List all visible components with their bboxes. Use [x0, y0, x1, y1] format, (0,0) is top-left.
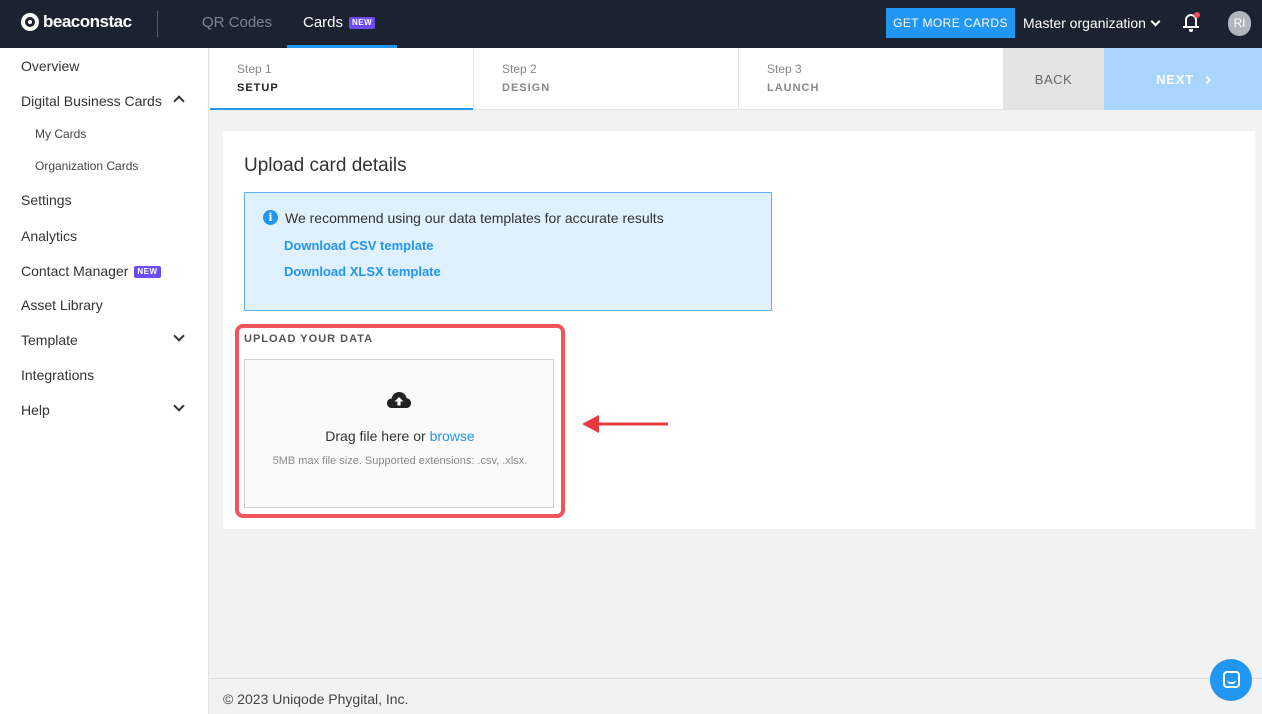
- download-xlsx-link[interactable]: Download XLSX template: [284, 264, 441, 279]
- step-number: Step 1: [237, 62, 272, 76]
- arrow-left-icon: [582, 415, 668, 433]
- drop-text: Drag file here or: [325, 428, 430, 444]
- sidebar-item-settings[interactable]: Settings: [21, 192, 72, 208]
- chevron-up-icon[interactable]: [173, 95, 185, 107]
- next-button[interactable]: NEXT: [1104, 48, 1262, 110]
- sidebar-item-analytics[interactable]: Analytics: [21, 228, 77, 244]
- top-navigation-bar: beaconstac QR Codes Cards NEW GET MORE CA…: [0, 0, 1262, 48]
- sidebar-item-organization-cards[interactable]: Organization Cards: [35, 159, 138, 173]
- upload-card: Upload card details i We recommend using…: [223, 131, 1255, 529]
- step-label: LAUNCH: [767, 82, 820, 94]
- organization-selector[interactable]: Master organization: [1023, 15, 1161, 31]
- back-label: BACK: [1034, 71, 1073, 87]
- sidebar: Overview Digital Business Cards My Cards…: [0, 48, 209, 714]
- sidebar-item-help[interactable]: Help: [21, 402, 50, 418]
- logo-text: beaconstac: [43, 12, 132, 31]
- info-icon: i: [263, 210, 278, 225]
- new-badge: NEW: [349, 17, 376, 30]
- file-dropzone[interactable]: Drag file here or browse 5MB max file si…: [244, 359, 554, 508]
- step-number: Step 2: [502, 62, 537, 76]
- drop-instructions: Drag file here or browse: [245, 428, 555, 444]
- step-design[interactable]: Step 2 DESIGN: [474, 48, 738, 110]
- sidebar-item-my-cards[interactable]: My Cards: [35, 127, 86, 141]
- organization-label: Master organization: [1023, 15, 1146, 31]
- step-label: DESIGN: [502, 82, 551, 94]
- step-label: SETUP: [237, 82, 279, 94]
- tab-qr-codes[interactable]: QR Codes: [202, 0, 272, 48]
- topbar-divider: [157, 11, 158, 37]
- tab-qr-codes-label: QR Codes: [202, 14, 273, 31]
- download-csv-link[interactable]: Download CSV template: [284, 238, 434, 253]
- user-avatar[interactable]: RI: [1228, 11, 1251, 36]
- sidebar-item-integrations[interactable]: Integrations: [21, 367, 94, 383]
- get-more-cards-button[interactable]: GET MORE CARDS: [886, 8, 1015, 38]
- tab-cards[interactable]: Cards NEW: [287, 0, 397, 48]
- info-text: We recommend using our data templates fo…: [285, 210, 664, 226]
- step-progress-bar: Step 1 SETUP Step 2 DESIGN Step 3 LAUNCH…: [210, 48, 1262, 110]
- browse-link[interactable]: browse: [430, 428, 475, 444]
- footer-copyright: © 2023 Uniqode Phygital, Inc.: [223, 691, 409, 707]
- sidebar-item-asset-library[interactable]: Asset Library: [21, 297, 103, 313]
- sidebar-item-contact-manager[interactable]: Contact Manager NEW: [21, 263, 161, 279]
- chevron-right-icon: [1202, 75, 1212, 84]
- file-size-hint: 5MB max file size. Supported extensions:…: [272, 455, 528, 467]
- logo-icon: [21, 13, 39, 31]
- step-setup[interactable]: Step 1 SETUP: [210, 48, 473, 110]
- sidebar-item-overview[interactable]: Overview: [21, 58, 79, 74]
- sidebar-item-digital-business-cards[interactable]: Digital Business Cards: [21, 93, 162, 109]
- sidebar-item-template[interactable]: Template: [21, 332, 78, 348]
- back-button[interactable]: BACK: [1003, 48, 1104, 110]
- next-label: NEXT: [1156, 71, 1194, 87]
- new-badge: NEW: [134, 266, 161, 279]
- chat-support-button[interactable]: [1210, 659, 1252, 701]
- chevron-down-icon[interactable]: [173, 400, 185, 412]
- upload-section-label: UPLOAD YOUR DATA: [244, 333, 374, 345]
- template-info-box: i We recommend using our data templates …: [244, 192, 772, 311]
- tab-cards-label: Cards: [303, 14, 344, 31]
- step-number: Step 3: [767, 62, 802, 76]
- cloud-upload-icon: [386, 390, 412, 410]
- page-title: Upload card details: [244, 155, 407, 176]
- notification-dot: [1194, 12, 1200, 18]
- notification-bell-icon[interactable]: [1183, 12, 1200, 32]
- footer-divider: [210, 678, 1262, 679]
- chevron-down-icon[interactable]: [173, 330, 185, 342]
- sidebar-item-label: Contact Manager: [21, 263, 129, 279]
- chevron-down-icon: [1150, 16, 1161, 26]
- beaconstac-logo[interactable]: beaconstac: [21, 12, 132, 32]
- step-launch[interactable]: Step 3 LAUNCH: [739, 48, 1003, 110]
